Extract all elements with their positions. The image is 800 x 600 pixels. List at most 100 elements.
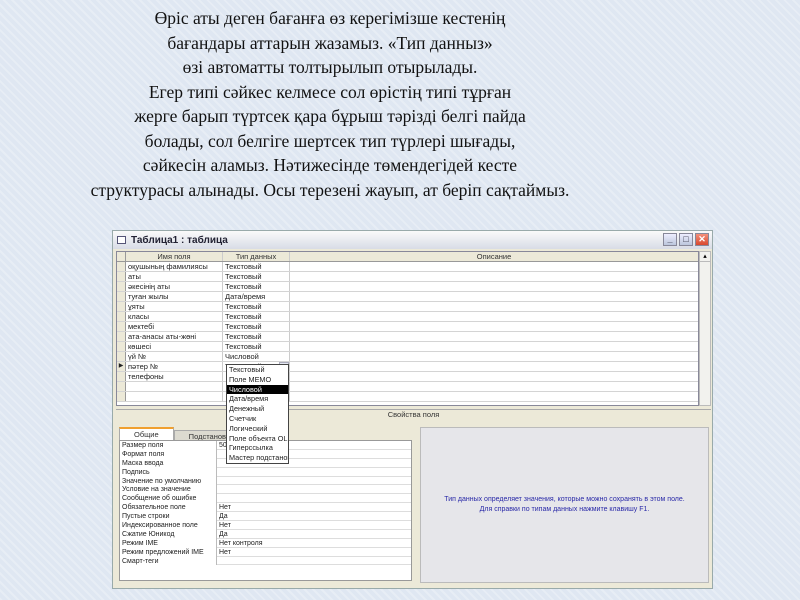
field-name-cell[interactable]: ата-анасы аты-жөні [126, 332, 223, 341]
field-name-cell[interactable]: үй № [126, 352, 223, 361]
table-row[interactable]: әкесінің аты Текстовый [117, 282, 698, 292]
description-cell[interactable] [290, 332, 698, 341]
field-name-cell[interactable]: оқушының фамилиясы [126, 262, 223, 271]
dropdown-option[interactable]: Числовой [227, 384, 288, 395]
description-cell[interactable] [290, 362, 698, 371]
row-selector[interactable] [117, 392, 126, 401]
description-cell[interactable] [290, 302, 698, 311]
dropdown-option[interactable]: Гиперссылка [227, 443, 288, 453]
row-selector[interactable] [117, 312, 126, 321]
field-name-cell[interactable]: көшесі [126, 342, 223, 351]
dropdown-option[interactable]: Логический [227, 424, 288, 434]
table-row[interactable]: класы Текстовый [117, 312, 698, 322]
data-type-dropdown-list[interactable]: Текстовый Поле MEMO Числовой Дата/время Дене… [226, 364, 289, 464]
table-row[interactable]: ▶пәтер №Текстовый▾ [117, 362, 698, 372]
description-cell[interactable] [290, 392, 698, 401]
row-selector[interactable] [117, 302, 126, 311]
field-name-cell[interactable]: класы [126, 312, 223, 321]
description-cell[interactable] [290, 322, 698, 331]
data-type-cell[interactable]: Текстовый [223, 342, 290, 351]
dropdown-option[interactable]: Счетчик [227, 414, 288, 424]
property-row[interactable]: Смарт-теги [120, 556, 411, 566]
row-selector[interactable] [117, 292, 126, 301]
title-bar[interactable]: Таблица1 : таблица _ □ ✕ [113, 231, 712, 249]
property-value[interactable] [217, 557, 411, 566]
data-type-cell[interactable]: Дата/время [223, 292, 290, 301]
header-field-name[interactable]: Имя поля [126, 252, 223, 261]
row-selector[interactable] [117, 352, 126, 361]
row-selector[interactable] [117, 272, 126, 281]
property-row[interactable]: Подпись [120, 467, 411, 477]
dropdown-option[interactable]: Дата/время [227, 394, 288, 404]
row-selector[interactable] [117, 262, 126, 271]
data-type-cell[interactable]: Текстовый [223, 262, 290, 271]
field-name-cell[interactable]: пәтер № [126, 362, 223, 371]
property-value[interactable] [217, 494, 411, 504]
table-row[interactable]: аты Текстовый [117, 272, 698, 282]
property-value[interactable]: Нет [217, 521, 411, 530]
data-type-cell[interactable]: Текстовый [223, 322, 290, 331]
dropdown-option[interactable]: Текстовый [227, 365, 288, 375]
property-row[interactable]: Сообщение об ошибке [120, 494, 411, 504]
maximize-button[interactable]: □ [679, 233, 693, 246]
data-type-cell[interactable]: Числовой [223, 352, 290, 361]
description-cell[interactable] [290, 282, 698, 291]
field-name-cell[interactable]: мектебі [126, 322, 223, 331]
description-cell[interactable] [290, 382, 698, 391]
table-row[interactable]: оқушының фамилиясы Текстовый [117, 262, 698, 272]
row-selector[interactable] [117, 382, 126, 391]
grid-scrollbar[interactable]: ▴ [699, 251, 711, 406]
property-value[interactable] [217, 485, 411, 495]
property-row[interactable]: Значение по умолчанию [120, 476, 411, 486]
description-cell[interactable] [290, 262, 698, 271]
row-selector[interactable] [117, 332, 126, 341]
description-cell[interactable] [290, 352, 698, 361]
data-type-cell[interactable]: Текстовый [223, 302, 290, 311]
field-name-cell[interactable]: аты [126, 272, 223, 281]
property-row[interactable]: Обязательное поле Нет [120, 503, 411, 513]
dropdown-option[interactable]: Денежный [227, 404, 288, 414]
description-cell[interactable] [290, 342, 698, 351]
dropdown-option[interactable]: Поле объекта OLE [227, 434, 288, 444]
data-type-cell[interactable]: Текстовый [223, 272, 290, 281]
field-name-cell[interactable]: ұяты [126, 302, 223, 311]
field-name-cell[interactable] [126, 382, 223, 391]
property-value[interactable]: Нет [217, 503, 411, 513]
minimize-button[interactable]: _ [663, 233, 677, 246]
header-data-type[interactable]: Тип данных [223, 252, 290, 261]
table-row[interactable]: үй № Числовой [117, 352, 698, 362]
table-row[interactable]: ата-анасы аты-жөні Текстовый [117, 332, 698, 342]
row-selector[interactable]: ▶ [117, 362, 126, 371]
description-cell[interactable] [290, 292, 698, 301]
property-value[interactable] [217, 468, 411, 477]
property-row[interactable]: Индексированное поле Нет [120, 521, 411, 530]
field-name-cell[interactable] [126, 392, 223, 401]
property-value[interactable]: Нет [217, 548, 411, 557]
table-row[interactable]: көшесі Текстовый [117, 342, 698, 352]
property-row[interactable]: Пустые строки Да [120, 512, 411, 522]
property-value[interactable]: Да [217, 530, 411, 539]
row-selector[interactable] [117, 372, 126, 381]
data-type-cell[interactable]: Текстовый [223, 282, 290, 291]
table-row[interactable]: телефоны [117, 372, 698, 382]
property-row[interactable]: Сжатие Юникод Да [120, 529, 411, 539]
table-row[interactable] [117, 382, 698, 392]
property-row[interactable]: Режим предложений IME Нет [120, 547, 411, 557]
row-selector[interactable] [117, 322, 126, 331]
dropdown-option[interactable]: Поле MEMO [227, 375, 288, 385]
property-value[interactable]: Да [217, 512, 411, 522]
dropdown-option[interactable]: Мастер подстановок [227, 453, 288, 463]
table-row[interactable]: мектебі Текстовый [117, 322, 698, 332]
row-selector[interactable] [117, 282, 126, 291]
header-description[interactable]: Описание [290, 252, 698, 261]
property-value[interactable]: Нет контроля [217, 539, 411, 548]
field-name-cell[interactable]: телефоны [126, 372, 223, 381]
property-value[interactable] [217, 477, 411, 486]
scroll-up-icon[interactable]: ▴ [700, 252, 710, 262]
property-row[interactable]: Режим IME Нет контроля [120, 538, 411, 548]
row-selector[interactable] [117, 342, 126, 351]
table-row[interactable] [117, 392, 698, 402]
description-cell[interactable] [290, 372, 698, 381]
description-cell[interactable] [290, 272, 698, 281]
field-name-cell[interactable]: әкесінің аты [126, 282, 223, 291]
